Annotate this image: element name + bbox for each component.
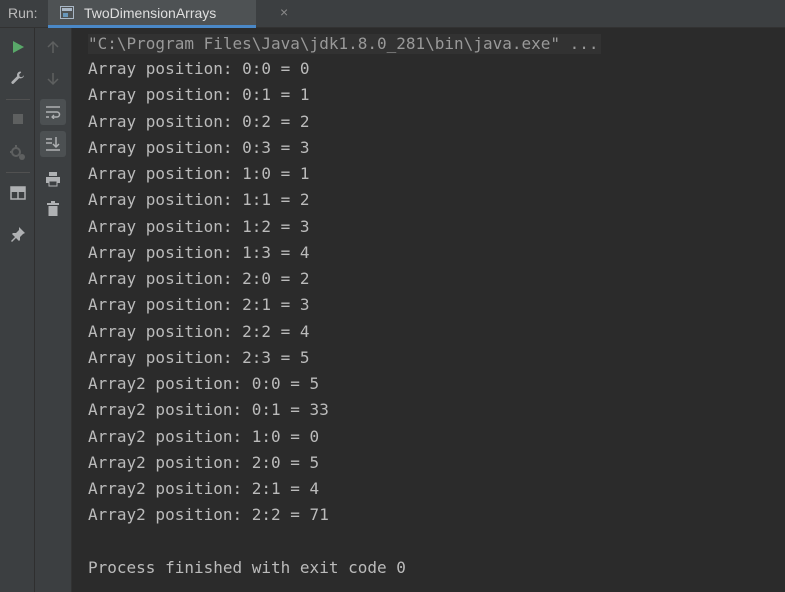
console-output[interactable]: "C:\Program Files\Java\jdk1.8.0_281\bin\… (72, 28, 785, 592)
output-line: Array position: 1:3 = 4 (88, 243, 310, 262)
run-tab-twodimensionarrays[interactable]: TwoDimensionArrays × (48, 0, 288, 28)
layout-icon[interactable] (5, 180, 31, 206)
output-line: Array position: 1:0 = 1 (88, 164, 310, 183)
trash-icon[interactable] (40, 196, 66, 222)
wrench-icon[interactable] (5, 65, 31, 91)
debug-settings-icon[interactable] (5, 140, 31, 166)
output-line: Array2 position: 1:0 = 0 (88, 427, 320, 446)
console-actions-toolbar (35, 28, 72, 592)
output-line: Array position: 1:1 = 2 (88, 190, 310, 209)
output-line: Array position: 0:2 = 2 (88, 112, 310, 131)
output-line: Array position: 2:1 = 3 (88, 295, 310, 314)
scroll-to-end-icon[interactable] (40, 131, 66, 157)
run-tool-window-header: Run: TwoDimensionArrays × (0, 0, 785, 28)
output-line: Array position: 2:3 = 5 (88, 348, 310, 367)
up-arrow-icon[interactable] (40, 34, 66, 60)
output-line: Array position: 1:2 = 3 (88, 217, 310, 236)
toolbar-separator (6, 99, 30, 100)
java-command-line: "C:\Program Files\Java\jdk1.8.0_281\bin\… (88, 34, 601, 54)
pin-icon[interactable] (5, 221, 31, 247)
output-line: Array position: 0:3 = 3 (88, 138, 310, 157)
run-label: Run: (8, 5, 38, 21)
console-tab-icon (60, 6, 74, 19)
output-line: Array position: 2:2 = 4 (88, 322, 310, 341)
run-actions-toolbar (0, 28, 35, 592)
output-line: Array2 position: 2:0 = 5 (88, 453, 320, 472)
output-line: Array position: 0:0 = 0 (88, 59, 310, 78)
run-tab-title: TwoDimensionArrays (84, 5, 217, 21)
run-icon[interactable] (5, 34, 31, 60)
output-line: Array position: 2:0 = 2 (88, 269, 310, 288)
output-line: Array2 position: 2:1 = 4 (88, 479, 320, 498)
output-line: Array position: 0:1 = 1 (88, 85, 310, 104)
soft-wrap-icon[interactable] (40, 99, 66, 125)
close-tab-icon[interactable]: × (280, 4, 288, 20)
toolbar-separator (6, 172, 30, 173)
print-icon[interactable] (40, 166, 66, 192)
output-line: Array2 position: 2:2 = 71 (88, 505, 329, 524)
output-line: Array2 position: 0:0 = 5 (88, 374, 320, 393)
output-line: Array2 position: 0:1 = 33 (88, 400, 329, 419)
stop-icon[interactable] (5, 106, 31, 132)
process-exit-message: Process finished with exit code 0 (88, 558, 406, 577)
down-arrow-icon[interactable] (40, 66, 66, 92)
